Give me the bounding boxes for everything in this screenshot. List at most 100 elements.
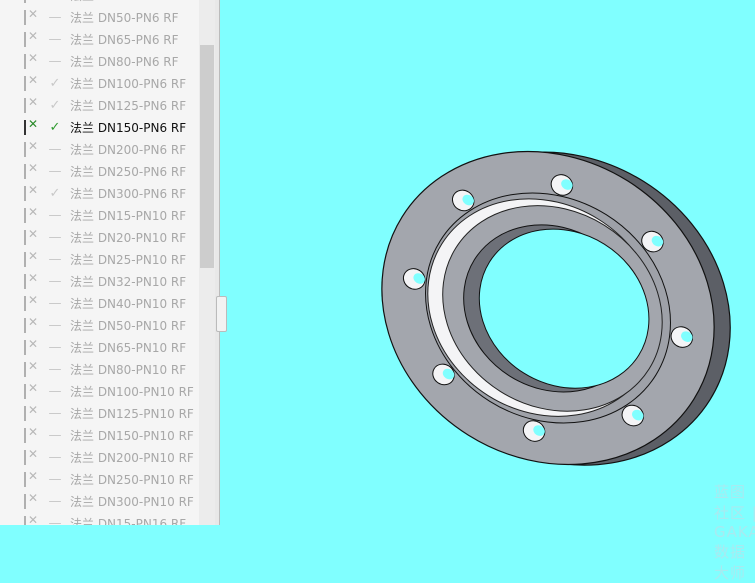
tree-item-label: 法兰 DN65-PN10 RF [70,340,187,355]
tree-item-label: 法兰 DN15-PN10 RF [70,208,187,223]
dash-icon: — [48,515,62,526]
tree-item-label: 法兰 DN125-PN6 RF [70,98,187,113]
scrollbar-thumb[interactable] [200,45,214,268]
tree-item-label: 法兰 DN200-PN10 RF [70,450,194,465]
tree-item-label: 法兰 DN300-PN10 RF [70,494,194,509]
dash-icon: — [48,427,62,443]
watermark: 蓝图社区 | GAKA数据大师 [714,483,755,582]
configuration-icon: ✕ [22,117,44,135]
tree-item[interactable]: ✕ — 法兰 DN65-PN6 RF [0,28,199,50]
configuration-icon: ✕ [22,293,44,311]
tree-item-label: 法兰 DN300-PN6 RF [70,186,187,201]
configuration-icon: ✕ [22,469,44,487]
dash-icon: — [48,295,62,311]
check-icon: ✓ [49,75,61,91]
configuration-icon: ✕ [22,337,44,355]
tree-item-label: 法兰 DN80-PN6 RF [70,54,179,69]
tree-item-label: 法兰 DN65-PN6 RF [70,32,179,47]
check-icon: ✓ [49,97,61,113]
dash-icon: — [48,317,62,333]
tree-item-label: 法兰 DN250-PN10 RF [70,472,194,487]
tree-item[interactable]: ✕ — 法兰 DN200-PN10 RF [0,446,199,468]
tree-item[interactable]: ✕ — 法兰 DN50-PN6 RF [0,6,199,28]
tree-item[interactable]: ✕ — 法兰 DN15-PN16 RF [0,512,199,525]
tree-item[interactable]: ✕ — 法兰 DN15-PN10 RF [0,204,199,226]
tree-item-label: 法兰 DN200-PN6 RF [70,142,187,157]
check-icon: ✓ [49,185,61,201]
tree-item[interactable]: ✕ — 法兰 DN200-PN6 RF [0,138,199,160]
tree-item[interactable]: ✕ — 法兰 DN25-PN10 RF [0,248,199,270]
configuration-icon: ✕ [22,73,44,91]
tree-item-label: 法兰 DN25-PN10 RF [70,252,187,267]
configuration-icon: ✕ [22,183,44,201]
configuration-icon: ✕ [22,513,44,525]
tree-item[interactable]: ✕ — 法兰 DN250-PN6 RF [0,160,199,182]
tree-item[interactable]: ✕ — 法兰 DN50-PN10 RF [0,314,199,336]
dash-icon: — [48,339,62,355]
dash-icon: — [48,163,62,179]
tree-item-label: 法兰 DN40-PN10 RF [70,296,187,311]
tree-item[interactable]: ✕ — 法兰 DN32-PN10 RF [0,270,199,292]
scrollbar[interactable] [199,0,215,525]
tree-item[interactable]: ✕ — 法兰 DN20-PN10 RF [0,226,199,248]
tree-item-label: 法兰 DN40-PN6 RF [70,0,179,4]
dash-icon: — [48,251,62,267]
configuration-icon: ✕ [22,381,44,399]
tree-item[interactable]: ✕ — 法兰 DN80-PN10 RF [0,358,199,380]
configuration-icon: ✕ [22,161,44,179]
configuration-icon: ✕ [22,139,44,157]
tree-item[interactable]: ✕ — 法兰 DN40-PN10 RF [0,292,199,314]
configuration-icon: ✕ [22,0,44,3]
tree-item[interactable]: ✕ — 法兰 DN300-PN10 RF [0,490,199,512]
check-icon: ✓ [49,119,61,135]
dash-icon: — [48,141,62,157]
tree-item-label: 法兰 DN20-PN10 RF [70,230,187,245]
tree-item-label: 法兰 DN250-PN6 RF [70,164,187,179]
tree-item-label: 法兰 DN125-PN10 RF [70,406,194,421]
tree-item-label: 法兰 DN80-PN10 RF [70,362,187,377]
dash-icon: — [48,31,62,47]
dash-icon: — [48,405,62,421]
configuration-icon: ✕ [22,359,44,377]
configuration-icon: ✕ [22,403,44,421]
configuration-icon: ✕ [22,271,44,289]
tree-item[interactable]: ✕ ✓ 法兰 DN150-PN6 RF [0,116,199,138]
configuration-icon: ✕ [22,51,44,69]
tree-item[interactable]: ✕ — 法兰 DN150-PN10 RF [0,424,199,446]
configuration-icon: ✕ [22,7,44,25]
dash-icon: — [48,53,62,69]
dash-icon: — [44,0,66,3]
configuration-icon: ✕ [22,491,44,509]
configuration-icon: ✕ [22,29,44,47]
tree-item-label: 法兰 DN100-PN10 RF [70,384,194,399]
configuration-icon: ✕ [22,315,44,333]
tree-item[interactable]: ✕ ✓ 法兰 DN125-PN6 RF [0,94,199,116]
tree-item[interactable]: ✕ ✓ 法兰 DN300-PN6 RF [0,182,199,204]
dash-icon: — [48,471,62,487]
dash-icon: — [48,449,62,465]
flange-model [381,150,731,466]
tree-item[interactable]: ✕ ✓ 法兰 DN100-PN6 RF [0,72,199,94]
tree-item-label: 法兰 DN150-PN10 RF [70,428,194,443]
tree-item[interactable]: ✕ — 法兰 DN100-PN10 RF [0,380,199,402]
tree-item-label: 法兰 DN50-PN10 RF [70,318,187,333]
configuration-list: ✕—法兰 DN40-PN6 RF✕—法兰 DN50-PN6 RF✕—法兰 DN6… [0,0,199,525]
tree-item-label: 法兰 DN32-PN10 RF [70,274,187,289]
configuration-icon: ✕ [22,205,44,223]
configuration-icon: ✕ [22,447,44,465]
dash-icon: — [48,361,62,377]
tree-item-label: 法兰 DN100-PN6 RF [70,76,187,91]
dash-icon: — [48,207,62,223]
3d-viewport[interactable]: 蓝图社区 | GAKA数据大师 [220,0,755,582]
dash-icon: — [48,383,62,399]
tree-item[interactable]: ✕ — 法兰 DN125-PN10 RF [0,402,199,424]
dash-icon: — [48,273,62,289]
tree-item[interactable]: ✕ — 法兰 DN250-PN10 RF [0,468,199,490]
tree-item[interactable]: ✕ — 法兰 DN80-PN6 RF [0,50,199,72]
tree-item-label: 法兰 DN150-PN6 RF [70,120,187,135]
dash-icon: — [48,229,62,245]
tree-item-label: 法兰 DN15-PN16 RF [70,516,187,526]
dash-icon: — [48,9,62,25]
configuration-icon: ✕ [22,227,44,245]
tree-item[interactable]: ✕ — 法兰 DN65-PN10 RF [0,336,199,358]
